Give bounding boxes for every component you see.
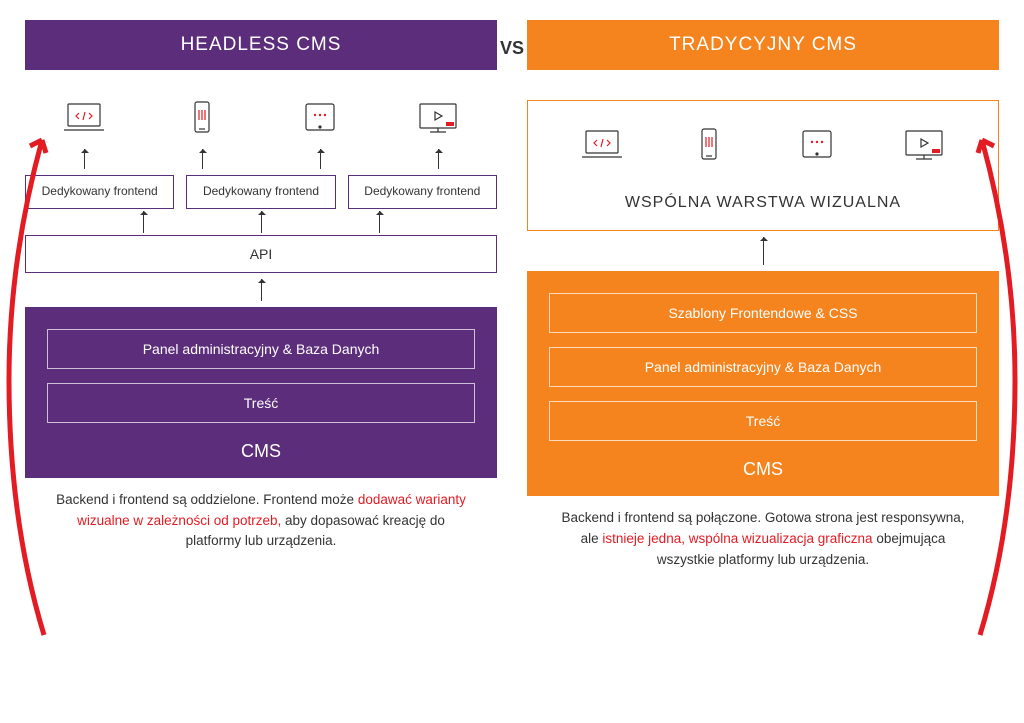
arrow-up-icon (320, 149, 321, 169)
cms-row: Szablony Frontendowe & CSS (549, 293, 977, 333)
arrow-up-icon (143, 211, 144, 233)
cms-block: Szablony Frontendowe & CSS Panel adminis… (527, 271, 999, 496)
cms-row: Treść (549, 401, 977, 441)
frontend-box: Dedykowany frontend (186, 175, 335, 209)
cms-row: Panel administracyjny & Baza Danych (549, 347, 977, 387)
arrow-up-icon (84, 149, 85, 169)
visual-layer-label: WSPÓLNA WARSTWA WIZUALNA (548, 194, 978, 212)
arrow-up-icon (261, 211, 262, 233)
tablet-icon (298, 100, 342, 141)
tv-play-icon (902, 127, 946, 168)
arrow-up-icon (379, 211, 380, 233)
cms-block: Panel administracyjny & Baza Danych Treś… (25, 307, 497, 478)
tablet-icon (795, 127, 839, 168)
api-box: API (25, 235, 497, 273)
arrow-up-icon (202, 149, 203, 169)
vs-label: VS (500, 38, 524, 59)
arrow-up-icon (261, 279, 262, 301)
phone-icon (180, 100, 224, 141)
frontend-box: Dedykowany frontend (25, 175, 174, 209)
cms-title: CMS (47, 437, 475, 466)
caption-highlight: istnieje jedna, wspólna wizualizacja gra… (602, 531, 872, 546)
device-row (25, 100, 497, 141)
headless-header: HEADLESS CMS (25, 20, 497, 70)
visual-layer-box: WSPÓLNA WARSTWA WIZUALNA (527, 100, 999, 231)
traditional-header: TRADYCYJNY CMS (527, 20, 999, 70)
cms-row: Treść (47, 383, 475, 423)
phone-icon (687, 127, 731, 168)
laptop-code-icon (580, 127, 624, 168)
frontend-box: Dedykowany frontend (348, 175, 497, 209)
arrow-up-icon (763, 237, 764, 265)
caption: Backend i frontend są połączone. Gotowa … (527, 496, 999, 571)
headless-column: HEADLESS CMS Dedykowany frontend Dedykow… (10, 20, 512, 552)
laptop-code-icon (62, 100, 106, 141)
tv-play-icon (416, 100, 460, 141)
caption: Backend i frontend są oddzielone. Fronte… (25, 478, 497, 553)
cms-title: CMS (549, 455, 977, 484)
cms-row: Panel administracyjny & Baza Danych (47, 329, 475, 369)
traditional-column: TRADYCYJNY CMS WSPÓLNA WARSTWA WIZUALNA … (512, 20, 1014, 571)
arrow-up-icon (438, 149, 439, 169)
